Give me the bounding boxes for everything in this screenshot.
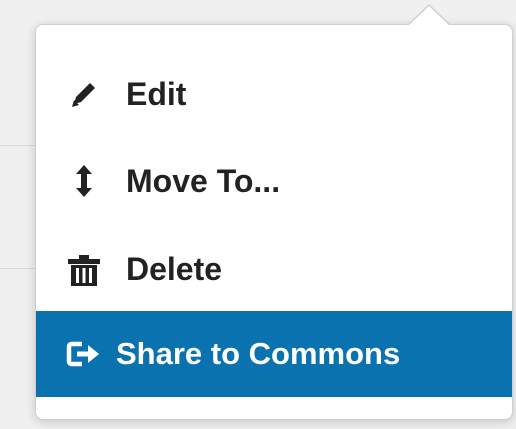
context-menu-popover: Edit Move To... Delete Share to Commons	[35, 24, 513, 420]
trash-icon	[66, 251, 102, 287]
popover-caret-fill	[408, 6, 450, 26]
menu-item-label: Move To...	[126, 162, 281, 199]
menu-item-delete[interactable]: Delete	[36, 234, 512, 304]
menu-item-label: Delete	[126, 250, 223, 287]
menu-item-move-to[interactable]: Move To...	[36, 146, 512, 216]
share-arrow-icon	[66, 336, 102, 372]
menu-item-share-to-commons[interactable]: Share to Commons	[36, 311, 512, 397]
menu-item-edit[interactable]: Edit	[36, 60, 512, 128]
background-divider	[0, 145, 36, 146]
background-divider	[0, 268, 36, 269]
pencil-icon	[66, 76, 102, 112]
menu-item-label: Share to Commons	[116, 336, 401, 371]
menu-item-label: Edit	[126, 75, 187, 112]
up-down-arrow-icon	[66, 163, 102, 199]
